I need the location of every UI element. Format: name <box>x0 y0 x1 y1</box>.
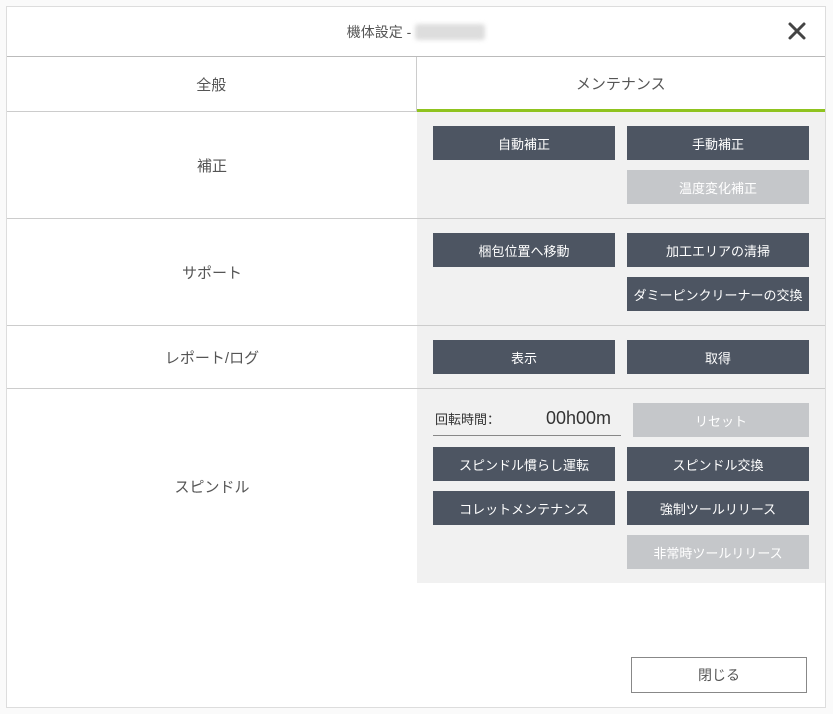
close-icon[interactable] <box>783 17 811 45</box>
section-correction-body: 自動補正 手動補正 温度変化補正 <box>417 112 825 218</box>
section-support-label: サポート <box>7 219 417 325</box>
section-correction: 補正 自動補正 手動補正 温度変化補正 <box>7 112 825 219</box>
tab-general[interactable]: 全般 <box>7 57 417 112</box>
dialog-title-prefix: 機体設定 - <box>347 22 412 42</box>
spindle-time-display: 回転時間： 00h00m <box>433 404 621 436</box>
tab-bar: 全般 メンテナンス <box>7 57 825 112</box>
collet-maintenance-button[interactable]: コレットメンテナンス <box>433 491 615 525</box>
spindle-reset-button: リセット <box>633 403 809 437</box>
force-tool-release-button[interactable]: 強制ツールリリース <box>627 491 809 525</box>
clean-machining-area-button[interactable]: 加工エリアの清掃 <box>627 233 809 267</box>
spindle-time-label: 回転時間： <box>435 409 500 428</box>
titlebar: 機体設定 - <box>7 7 825 57</box>
report-show-button[interactable]: 表示 <box>433 340 615 374</box>
section-report: レポート/ログ 表示 取得 <box>7 326 825 389</box>
maintenance-content: 補正 自動補正 手動補正 温度変化補正 サポート 梱包位置へ移動 加工エリアの清… <box>7 112 825 643</box>
section-spindle-body: 回転時間： 00h00m リセット スピンドル慣らし運転 スピンドル交換 コレッ… <box>417 389 825 583</box>
manual-correction-button[interactable]: 手動補正 <box>627 126 809 160</box>
section-report-body: 表示 取得 <box>417 326 825 388</box>
section-support-body: 梱包位置へ移動 加工エリアの清掃 ダミーピンクリーナーの交換 <box>417 219 825 325</box>
section-correction-label: 補正 <box>7 112 417 218</box>
emergency-tool-release-button: 非常時ツールリリース <box>627 535 809 569</box>
tab-maintenance[interactable]: メンテナンス <box>417 57 826 112</box>
settings-dialog: 機体設定 - 全般 メンテナンス 補正 自動補正 手動補正 温度変化補正 <box>6 6 826 708</box>
move-to-pack-position-button[interactable]: 梱包位置へ移動 <box>433 233 615 267</box>
temperature-correction-button: 温度変化補正 <box>627 170 809 204</box>
dialog-footer: 閉じる <box>7 643 825 707</box>
dialog-title-redacted <box>415 24 485 40</box>
dummy-pin-cleaner-button[interactable]: ダミーピンクリーナーの交換 <box>627 277 809 311</box>
section-support: サポート 梱包位置へ移動 加工エリアの清掃 ダミーピンクリーナーの交換 <box>7 219 825 326</box>
spindle-break-in-button[interactable]: スピンドル慣らし運転 <box>433 447 615 481</box>
section-spindle: スピンドル 回転時間： 00h00m リセット スピンドル慣らし運転 スピンドル… <box>7 389 825 583</box>
section-spindle-label: スピンドル <box>7 389 417 583</box>
spindle-replace-button[interactable]: スピンドル交換 <box>627 447 809 481</box>
spindle-time-value: 00h00m <box>546 408 611 429</box>
auto-correction-button[interactable]: 自動補正 <box>433 126 615 160</box>
report-get-button[interactable]: 取得 <box>627 340 809 374</box>
close-button[interactable]: 閉じる <box>631 657 807 693</box>
section-report-label: レポート/ログ <box>7 326 417 388</box>
